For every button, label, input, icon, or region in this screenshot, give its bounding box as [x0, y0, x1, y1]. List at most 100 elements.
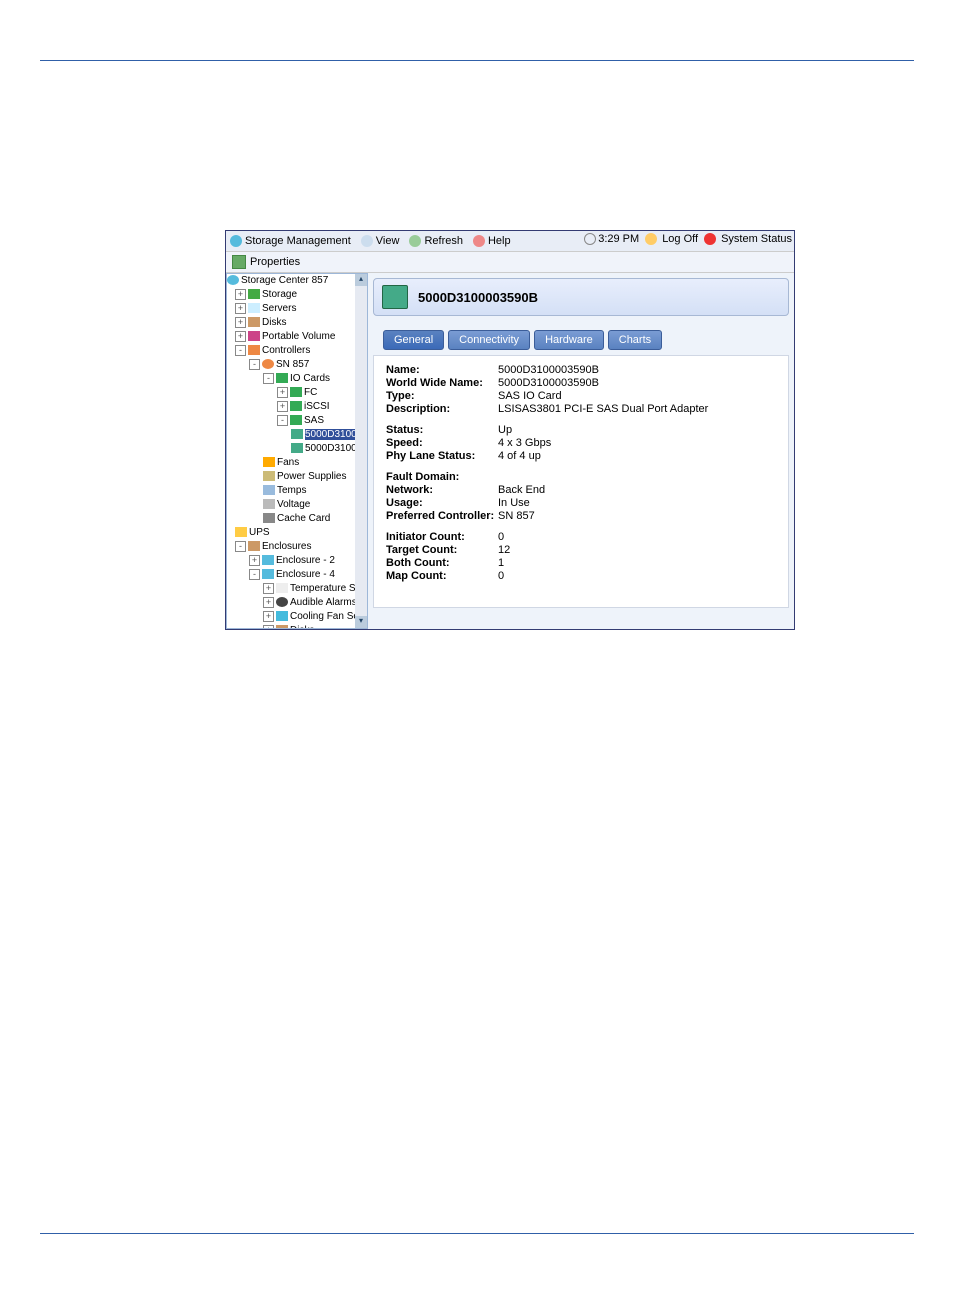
property-label: Both Count:: [386, 557, 498, 569]
disks-icon: [248, 317, 260, 327]
property-value: In Use: [498, 497, 530, 509]
port-icon: [291, 443, 303, 453]
tree-item[interactable]: -SN 857: [227, 358, 367, 372]
nav-tree[interactable]: ▴▾ Storage Center 857 +Storage +Servers …: [226, 273, 368, 629]
system-status-button[interactable]: System Status: [704, 233, 792, 245]
expand-icon[interactable]: +: [249, 555, 260, 566]
property-value: SN 857: [498, 510, 535, 522]
tree-item[interactable]: +Cooling Fan Sensors: [227, 610, 367, 624]
property-value: 4 of 4 up: [498, 450, 541, 462]
property-label: Target Count:: [386, 544, 498, 556]
property-label: Type:: [386, 390, 498, 402]
expand-icon[interactable]: +: [263, 597, 274, 608]
tree-item[interactable]: +Portable Volume: [227, 330, 367, 344]
property-value: 12: [498, 544, 510, 556]
property-label: Speed:: [386, 437, 498, 449]
scroll-down-icon[interactable]: ▾: [355, 616, 367, 628]
controllers-icon: [248, 345, 260, 355]
app-window: Storage Management View Refresh Help 3:2…: [225, 230, 795, 630]
property-value: SAS IO Card: [498, 390, 562, 402]
property-label: Map Count:: [386, 570, 498, 582]
alarm-icon: [276, 597, 288, 607]
expand-icon[interactable]: +: [263, 625, 274, 629]
tab-charts[interactable]: Charts: [608, 330, 662, 350]
tree-item[interactable]: Power Supplies: [227, 470, 367, 484]
property-label: Usage:: [386, 497, 498, 509]
tree-scrollbar[interactable]: ▴▾: [355, 274, 367, 628]
collapse-icon[interactable]: -: [235, 541, 246, 552]
collapse-icon[interactable]: -: [249, 569, 260, 580]
properties-bar[interactable]: Properties: [226, 252, 794, 273]
tree-item[interactable]: Temps: [227, 484, 367, 498]
clock-icon: [584, 233, 596, 245]
tree-item[interactable]: 5000D310000: [227, 442, 367, 456]
expand-icon[interactable]: +: [277, 401, 288, 412]
property-label: Fault Domain:: [386, 471, 498, 483]
expand-icon[interactable]: +: [235, 317, 246, 328]
property-value: 5000D3100003590B: [498, 364, 599, 376]
tree-item[interactable]: +Storage: [227, 288, 367, 302]
tree-item[interactable]: +Disks: [227, 316, 367, 330]
property-label: Preferred Controller:: [386, 510, 498, 522]
property-label: Network:: [386, 484, 498, 496]
help-icon: [473, 235, 485, 247]
tree-item[interactable]: Voltage: [227, 498, 367, 512]
tree-item[interactable]: -IO Cards: [227, 372, 367, 386]
expand-icon[interactable]: +: [277, 387, 288, 398]
expand-icon[interactable]: +: [235, 303, 246, 314]
enclosure-icon: [262, 555, 274, 565]
tab-hardware[interactable]: Hardware: [534, 330, 604, 350]
tree-item[interactable]: +Disks: [227, 624, 367, 629]
servers-icon: [248, 303, 260, 313]
help-menu[interactable]: Help: [473, 235, 511, 247]
property-value: 0: [498, 531, 504, 543]
tree-item[interactable]: +Audible Alarms: [227, 596, 367, 610]
property-row: Description:LSISAS3801 PCI-E SAS Dual Po…: [386, 403, 776, 415]
tree-item[interactable]: +iSCSI: [227, 400, 367, 414]
tree-item[interactable]: Cache Card: [227, 512, 367, 526]
property-value: LSISAS3801 PCI-E SAS Dual Port Adapter: [498, 403, 708, 415]
tab-general[interactable]: General: [383, 330, 444, 350]
expand-icon[interactable]: +: [263, 611, 274, 622]
tab-bar: General Connectivity Hardware Charts: [383, 330, 789, 350]
ups-icon: [235, 527, 247, 537]
scroll-up-icon[interactable]: ▴: [355, 274, 367, 286]
storage-mgmt-menu[interactable]: Storage Management: [230, 235, 351, 247]
refresh-button[interactable]: Refresh: [409, 235, 463, 247]
portable-icon: [248, 331, 260, 341]
cooling-icon: [276, 611, 288, 621]
collapse-icon[interactable]: -: [263, 373, 274, 384]
expand-icon[interactable]: +: [263, 583, 274, 594]
view-menu[interactable]: View: [361, 235, 400, 247]
time-display: 3:29 PM: [584, 233, 639, 245]
tree-item[interactable]: -Controllers: [227, 344, 367, 358]
property-row: Speed:4 x 3 Gbps: [386, 437, 776, 449]
expand-icon[interactable]: +: [235, 289, 246, 300]
expand-icon[interactable]: +: [235, 331, 246, 342]
tree-item-selected[interactable]: 5000D310000: [227, 428, 367, 442]
tree-item[interactable]: -Enclosure - 4: [227, 568, 367, 582]
logoff-button[interactable]: Log Off: [645, 233, 698, 245]
collapse-icon[interactable]: -: [277, 415, 288, 426]
tree-item[interactable]: +Servers: [227, 302, 367, 316]
fans-icon: [263, 457, 275, 467]
tab-connectivity[interactable]: Connectivity: [448, 330, 530, 350]
center-icon: [227, 275, 239, 285]
magnifier-icon: [361, 235, 373, 247]
property-label: Status:: [386, 424, 498, 436]
iocard-icon: [276, 373, 288, 383]
tree-item[interactable]: +FC: [227, 386, 367, 400]
collapse-icon[interactable]: -: [249, 359, 260, 370]
tree-item[interactable]: +Enclosure - 2: [227, 554, 367, 568]
property-row: Fault Domain:: [386, 471, 776, 483]
tree-item[interactable]: UPS: [227, 526, 367, 540]
property-value: Up: [498, 424, 512, 436]
tree-item[interactable]: +Temperature Sensors: [227, 582, 367, 596]
tree-item[interactable]: Fans: [227, 456, 367, 470]
tree-item[interactable]: -SAS: [227, 414, 367, 428]
collapse-icon[interactable]: -: [235, 345, 246, 356]
tree-root[interactable]: Storage Center 857: [227, 274, 367, 288]
cache-icon: [263, 513, 275, 523]
property-row: Phy Lane Status:4 of 4 up: [386, 450, 776, 462]
tree-item[interactable]: -Enclosures: [227, 540, 367, 554]
